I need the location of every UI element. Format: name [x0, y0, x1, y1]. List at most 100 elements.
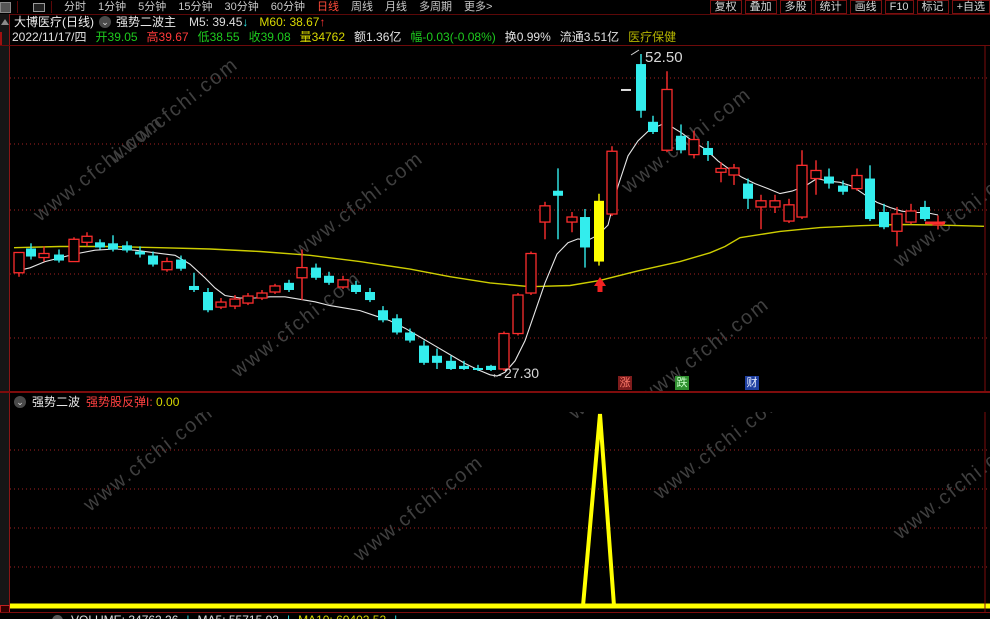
toolbar-right: 复权 叠加 多股 统计 画线 F10 标记 +自选 [709, 0, 990, 14]
down-arrow-icon: ↓ [242, 15, 249, 29]
volume-stat: MA10: 60402.52 [298, 613, 386, 619]
candle [135, 246, 145, 258]
candle [365, 287, 375, 303]
candle [743, 178, 753, 209]
chevron-circle-icon[interactable] [52, 615, 63, 619]
quote-field: 低38.55 [197, 30, 240, 44]
sub-indicator-chart[interactable]: www.cfchi.com www.cfchi.comwww.cfchi.com w… [10, 412, 990, 612]
candle [269, 283, 281, 295]
collapse-up-icon[interactable] [1, 19, 9, 25]
candle [879, 203, 889, 230]
toolbar-button-复权[interactable]: 复权 [709, 0, 742, 14]
menu-bar: 分时 1分钟 5分钟 15分钟 30分钟 60分钟 日线 周线 月线 多周期 更多> 复权 叠加 多股统… [0, 0, 990, 15]
candle [38, 246, 50, 262]
candle [539, 201, 551, 240]
tab-30分钟[interactable]: 30分钟 [225, 0, 259, 14]
tab-更多>[interactable]: 更多> [464, 0, 492, 14]
badge-涨: 涨 [618, 376, 632, 390]
candle [54, 249, 64, 263]
toolbar-button-统计[interactable]: 统计 [814, 0, 847, 14]
candle [378, 306, 388, 323]
candle [865, 165, 875, 222]
separator: | [287, 613, 290, 619]
title-bar: 大博医疗(日线) ⌄ 强势二波主 M5: 39.45↓ M60: 38.67↑ [10, 15, 990, 29]
panel-divider[interactable] [0, 391, 990, 393]
overlay-indicator-name[interactable]: 强势二波主 [116, 15, 176, 29]
quote-field: 幅-0.03(-0.08%) [410, 30, 496, 44]
quote-field: 量34762 [299, 30, 346, 44]
candle [594, 193, 604, 266]
candle [311, 263, 321, 280]
ma5-line [13, 123, 939, 377]
tab-分时[interactable]: 分时 [64, 0, 86, 14]
toolbar-button-画线[interactable]: 画线 [849, 0, 882, 14]
candle [419, 340, 429, 365]
candle [728, 163, 740, 185]
toolbar-button-F10[interactable]: F10 [884, 0, 914, 14]
candle [26, 243, 36, 260]
watermark: www.cfchi.com [889, 157, 990, 272]
candle [148, 251, 158, 267]
up-arrow-icon: ↑ [319, 15, 326, 29]
tab-5分钟[interactable]: 5分钟 [138, 0, 166, 14]
tab-1分钟[interactable]: 1分钟 [98, 0, 126, 14]
candle [13, 251, 25, 277]
tab-15分钟[interactable]: 15分钟 [178, 0, 212, 14]
quote-bar: 2022/11/17/四 开39.05 高39.67 低38.55 收39.08 量347… [10, 29, 990, 45]
tab-多周期[interactable]: 多周期 [419, 0, 452, 14]
sub-indicator-name[interactable]: 强势二波 [32, 394, 80, 410]
chevron-down-icon[interactable]: ⌄ [14, 396, 26, 408]
candle [108, 235, 118, 252]
main-candlestick-chart[interactable]: www.cfchi.comwww.cfchi.com www.cfchi.comw… [10, 46, 990, 391]
candle [796, 150, 808, 220]
high-price-label: 52.50 [645, 49, 683, 66]
candle [95, 239, 105, 250]
candle [755, 194, 767, 230]
chevron-down-icon[interactable]: ⌄ [99, 16, 111, 28]
watermark: www.cfchi.com [29, 111, 168, 226]
candle [161, 257, 173, 272]
quote-field: 流通3.51亿 [559, 30, 620, 44]
sub-series-label: 强势股反弹I: [86, 395, 153, 409]
candle [703, 141, 713, 161]
ma60-readout: M60: 38.67↑ [259, 15, 326, 29]
toolbar-button-叠加[interactable]: 叠加 [744, 0, 777, 14]
tab-60分钟[interactable]: 60分钟 [271, 0, 305, 14]
candle [851, 168, 863, 191]
watermark: www.cfchi.com [349, 451, 488, 566]
candle [606, 146, 618, 217]
candle [215, 298, 227, 310]
watermark: www.cfchi.com [564, 412, 703, 425]
separator: | [394, 613, 397, 619]
tab-周线[interactable]: 周线 [351, 0, 373, 14]
ma60-line [13, 223, 985, 288]
candle [905, 203, 917, 225]
candle [512, 293, 524, 336]
candle [122, 241, 132, 253]
quote-field: 开39.05 [95, 30, 138, 44]
candle [68, 237, 80, 263]
app-icon[interactable] [0, 1, 11, 13]
candle [783, 198, 795, 224]
toolbar-button-+自选[interactable]: +自选 [951, 0, 990, 14]
sub-panel-header: ⌄ 强势二波 强势股反弹I: 0.00 [10, 394, 990, 410]
candle [661, 71, 673, 153]
toolbar-button-多股[interactable]: 多股 [779, 0, 812, 14]
toolbar-button-标记[interactable]: 标记 [916, 0, 949, 14]
signal-spike [581, 413, 616, 607]
candle [242, 293, 254, 306]
quote-field: 换0.99% [504, 30, 551, 44]
left-sidebar-strip [0, 14, 10, 618]
menu-divider [51, 1, 52, 13]
tab-日线[interactable]: 日线 [317, 0, 339, 14]
quote-field: 医疗保健 [628, 30, 677, 44]
candle [566, 211, 578, 233]
badge-财: 财 [745, 376, 759, 390]
tab-月线[interactable]: 月线 [385, 0, 407, 14]
candle [553, 168, 563, 240]
candle [648, 115, 658, 135]
candle [81, 232, 93, 247]
quote-field: 额1.36亿 [354, 30, 402, 44]
window-icon[interactable] [33, 2, 45, 12]
timeframe-tabs: 分时 1分钟 5分钟 15分钟 30分钟 60分钟 日线 周线 月线 多周期 更多> [64, 0, 492, 14]
